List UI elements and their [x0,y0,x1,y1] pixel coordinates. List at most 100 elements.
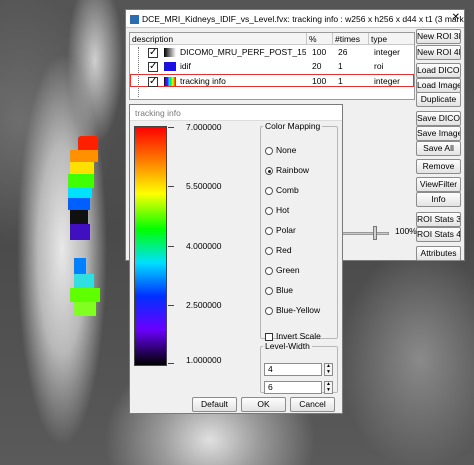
rainbow-colormap-icon [164,77,176,86]
roi-window-title: DCE_MRI_Kidneys_IDIF_vs_Level.fvx: track… [142,14,464,24]
scale-label: 2.500000 [186,300,222,310]
level-width-legend: Level-Width [265,341,310,351]
default-button[interactable]: Default [192,397,237,412]
invert-scale-checkbox[interactable] [265,332,273,341]
close-icon[interactable]: ✕ [452,13,460,23]
scale-label-max: 7.000000 [186,122,222,132]
row-times: 1 [338,61,343,71]
table-row[interactable]: idif 20 1 roi [130,60,414,73]
roi-table: description % #times type DICOM0_MRU_PER… [129,32,415,100]
load-image-button[interactable]: Load Image [416,78,461,93]
scale-label: 5.500000 [186,181,222,191]
tracking-info-dialog: tracking info 7.000000 5.500000 4.000000… [129,104,343,414]
radio-label: Blue [276,285,294,295]
tracking-dialog-title[interactable]: tracking info [130,105,342,121]
new-roi-3d-button[interactable]: New ROI 3D [416,29,461,44]
radio-indicator[interactable] [265,246,273,255]
save-all-button[interactable]: Save All [416,141,461,156]
radio-label: Hot [276,205,290,215]
ok-button[interactable]: OK [241,397,286,412]
radio-blue[interactable]: Blue [265,285,293,295]
row-percent: 100 [312,76,327,86]
chevron-down-icon[interactable]: ▼ [325,387,332,394]
row-percent: 20 [312,61,322,71]
color-mapping-group: Color Mapping None Rainbow Comb Hot Pola… [260,121,338,341]
viewfilter-button[interactable]: ViewFilter [416,177,461,192]
level-width-group: Level-Width 4 ▲ ▼ 6 ▲ ▼ [260,341,338,394]
roi-window-titlebar[interactable]: DCE_MRI_Kidneys_IDIF_vs_Level.fvx: track… [126,10,464,28]
radio-hot[interactable]: Hot [265,205,289,215]
radio-indicator[interactable] [265,286,273,295]
radio-label: Red [276,245,292,255]
zoom-level: 100% [395,226,417,236]
row-type: integer [374,76,400,86]
radio-red[interactable]: Red [265,245,292,255]
radio-indicator[interactable] [265,186,273,195]
roi-stats-4d-button[interactable]: ROI Stats 4D [416,227,461,242]
row-description: tracking info [180,76,226,86]
cancel-button[interactable]: Cancel [290,397,335,412]
grayscale-colormap-icon [164,48,176,57]
width-stepper[interactable]: ▲ ▼ [324,381,333,394]
radio-indicator[interactable] [265,206,273,215]
row-visibility-checkbox[interactable] [148,75,158,88]
duplicate-button[interactable]: Duplicate [416,92,461,107]
radio-green[interactable]: Green [265,265,300,275]
row-description: idif [180,61,191,71]
level-stepper[interactable]: ▲ ▼ [324,363,333,376]
radio-label: Polar [276,225,296,235]
row-visibility-checkbox[interactable] [148,46,158,59]
app-icon [130,15,139,25]
zoom-slider-handle[interactable] [373,226,377,240]
row-type: integer [374,47,400,57]
column-header-type[interactable]: type [369,33,414,45]
invert-scale-label: Invert Scale [276,331,321,341]
radio-label: Comb [276,185,299,195]
row-description: DICOM0_MRU_PERF_POST_15_MIN [180,47,306,57]
radio-indicator[interactable] [265,306,273,315]
radio-indicator[interactable] [265,146,273,155]
row-type: roi [374,61,384,71]
info-button[interactable]: Info [416,192,461,207]
radio-polar[interactable]: Polar [265,225,296,235]
table-row-selected[interactable]: tracking info 100 1 integer [130,74,414,88]
level-input[interactable]: 4 [264,363,322,376]
new-roi-4d-button[interactable]: New ROI 4D [416,45,461,60]
column-header-description[interactable]: description [130,33,307,45]
zoom-slider-track[interactable] [339,232,389,235]
roi-overlay [60,130,110,330]
table-row[interactable]: DICOM0_MRU_PERF_POST_15_MIN 100 26 integ… [130,46,414,59]
radio-indicator[interactable] [265,226,273,235]
column-header-times[interactable]: #times [333,33,369,45]
radio-none[interactable]: None [265,145,296,155]
radio-rainbow[interactable]: Rainbow [265,165,309,175]
row-times: 1 [338,76,343,86]
radio-blue-yellow[interactable]: Blue-Yellow [265,305,320,315]
save-dicom-button[interactable]: Save DICOM [416,111,461,126]
roi-stats-3d-button[interactable]: ROI Stats 3D [416,212,461,227]
scale-tick [168,246,174,247]
radio-label: Blue-Yellow [276,305,321,315]
invert-scale-checkbox-row[interactable]: Invert Scale [265,331,321,341]
radio-comb[interactable]: Comb [265,185,299,195]
attributes-button[interactable]: Attributes [416,246,461,261]
row-times: 26 [338,47,348,57]
radio-indicator[interactable] [265,166,273,175]
width-input[interactable]: 6 [264,381,322,394]
save-image-button[interactable]: Save Image [416,126,461,141]
radio-label: None [276,145,297,155]
column-header-percent[interactable]: % [307,33,333,45]
roi-color-icon [164,62,176,71]
load-dicom-button[interactable]: Load DICOM [416,63,461,78]
scale-label: 4.000000 [186,241,222,251]
color-mapping-legend: Color Mapping [265,121,321,131]
row-visibility-checkbox[interactable] [148,60,158,73]
chevron-down-icon[interactable]: ▼ [325,369,332,376]
radio-label: Rainbow [276,165,310,175]
scale-tick [168,127,174,128]
scale-tick [168,305,174,306]
radio-indicator[interactable] [265,266,273,275]
scale-label-min: 1.000000 [186,355,222,365]
scale-tick [168,186,174,187]
remove-button[interactable]: Remove [416,159,461,174]
